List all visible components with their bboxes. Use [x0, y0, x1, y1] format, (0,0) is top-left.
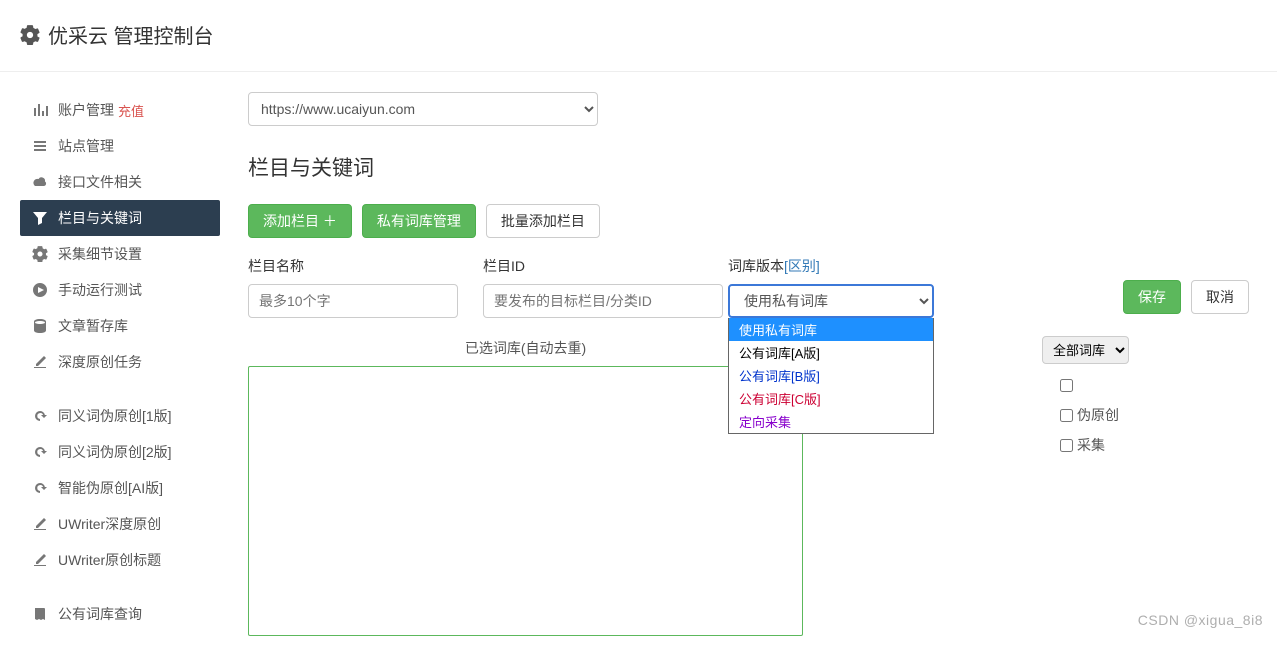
sidebar-item-label: 同义词伪原创[1版] [58, 406, 172, 426]
sidebar-item-label: 接口文件相关 [58, 172, 142, 192]
version-diff-link[interactable]: [区别] [784, 258, 820, 274]
sidebar-item-uwriter-deep[interactable]: UWriter深度原创 [20, 506, 220, 542]
sidebar-item-label: 公有词库查询 [58, 604, 142, 624]
version-option[interactable]: 定向采集 [729, 410, 933, 433]
play-circle-icon [32, 282, 48, 298]
lib-row: 伪原创186词 [1060, 400, 1277, 430]
sidebar-item-manual[interactable]: 手动运行测试 [20, 272, 220, 308]
lib-name: 伪原创 [1077, 405, 1119, 425]
sidebar-item-storage[interactable]: 文章暂存库 [20, 308, 220, 344]
database-icon [32, 318, 48, 334]
filter-icon [32, 210, 48, 226]
sidebar: 账户管理充值站点管理接口文件相关栏目与关键词采集细节设置手动运行测试文章暂存库深… [0, 72, 220, 650]
lib-checkbox[interactable] [1060, 379, 1073, 392]
sidebar-item-syn1[interactable]: 同义词伪原创[1版] [20, 398, 220, 434]
version-option[interactable]: 使用私有词库 [729, 318, 933, 341]
watermark: CSDN @xigua_8i8 [1138, 612, 1263, 628]
refresh-icon [32, 444, 48, 460]
sidebar-item-detail[interactable]: 采集细节设置 [20, 236, 220, 272]
sidebar-item-label: 手动运行测试 [58, 280, 142, 300]
sidebar-item-public-lib[interactable]: 公有词库查询 [20, 596, 220, 632]
version-option[interactable]: 公有词库[C版] [729, 387, 933, 410]
toolbar: 添加栏目 ＋ 私有词库管理 批量添加栏目 [248, 204, 1249, 238]
sidebar-item-syn2[interactable]: 同义词伪原创[2版] [20, 434, 220, 470]
sidebar-item-label: 栏目与关键词 [58, 208, 142, 228]
edit-icon [32, 354, 48, 370]
lib-name: 采集 [1077, 435, 1105, 455]
lib-row: 采集259词 [1060, 430, 1277, 460]
column-name-label: 栏目名称 [248, 256, 458, 276]
column-name-input[interactable] [248, 284, 458, 318]
sidebar-badge[interactable]: 充值 [118, 101, 144, 120]
lib-checkbox[interactable] [1060, 409, 1073, 422]
version-option[interactable]: 公有词库[A版] [729, 341, 933, 364]
sidebar-item-label: 采集细节设置 [58, 244, 142, 264]
sidebar-item-label: 站点管理 [58, 136, 114, 156]
sidebar-item-label: 账户管理 [58, 100, 114, 120]
selected-libs-panel: 已选词库(自动去重) [248, 338, 803, 636]
lib-list: 98词伪原创186词采集259词 [1060, 370, 1277, 460]
app-header: 优采云 管理控制台 [0, 0, 1277, 72]
book-icon [32, 606, 48, 622]
main-content: https://www.ucaiyun.com 栏目与关键词 添加栏目 ＋ 私有… [220, 72, 1277, 650]
add-column-button[interactable]: 添加栏目 ＋ [248, 204, 352, 238]
sidebar-item-label: 智能伪原创[AI版] [58, 478, 163, 498]
sidebar-item-columns[interactable]: 栏目与关键词 [20, 200, 220, 236]
refresh-icon [32, 480, 48, 496]
edit-icon [32, 516, 48, 532]
lib-filter: 全部词库 [1042, 336, 1129, 364]
gears-icon [32, 246, 48, 262]
version-label: 词库版本[区别] [728, 256, 934, 276]
bulk-add-button[interactable]: 批量添加栏目 [486, 204, 600, 238]
cloud-icon [32, 174, 48, 190]
column-id-input[interactable] [483, 284, 723, 318]
sidebar-item-interface[interactable]: 接口文件相关 [20, 164, 220, 200]
cancel-button[interactable]: 取消 [1191, 280, 1249, 314]
lib-row: 98词 [1060, 370, 1277, 400]
refresh-icon [32, 408, 48, 424]
selected-libs-title: 已选词库(自动去重) [248, 338, 803, 358]
sidebar-item-uwriter-title[interactable]: UWriter原创标题 [20, 542, 220, 578]
sidebar-item-label: UWriter深度原创 [58, 514, 161, 534]
private-lib-button[interactable]: 私有词库管理 [362, 204, 476, 238]
lib-filter-select[interactable]: 全部词库 [1042, 336, 1129, 364]
sidebar-item-ai[interactable]: 智能伪原创[AI版] [20, 470, 220, 506]
sidebar-item-label: 同义词伪原创[2版] [58, 442, 172, 462]
version-label-text: 词库版本 [728, 258, 784, 274]
bar-chart-icon [32, 102, 48, 118]
sidebar-item-label: UWriter原创标题 [58, 550, 161, 570]
gear-icon [20, 25, 40, 45]
sidebar-item-account[interactable]: 账户管理充值 [20, 92, 220, 128]
version-option[interactable]: 公有词库[B版] [729, 364, 933, 387]
sidebar-item-label: 文章暂存库 [58, 316, 128, 336]
lib-checkbox[interactable] [1060, 439, 1073, 452]
edit-icon [32, 552, 48, 568]
list-icon [32, 138, 48, 154]
selected-libs-box[interactable] [248, 366, 803, 636]
sidebar-item-site[interactable]: 站点管理 [20, 128, 220, 164]
sidebar-item-label: 深度原创任务 [58, 352, 142, 372]
sidebar-item-deep[interactable]: 深度原创任务 [20, 344, 220, 380]
version-select[interactable]: 使用私有词库 [728, 284, 934, 318]
version-dropdown-list: 使用私有词库公有词库[A版]公有词库[B版]公有词库[C版]定向采集 [728, 318, 934, 434]
column-id-label: 栏目ID [483, 256, 723, 276]
app-title: 优采云 管理控制台 [48, 20, 214, 49]
form-row: 栏目名称 栏目ID 词库版本[区别] 使用私有词库 使用私有词库公有词库[A版]… [248, 256, 1249, 318]
save-button[interactable]: 保存 [1123, 280, 1181, 314]
site-select[interactable]: https://www.ucaiyun.com [248, 92, 598, 126]
section-title: 栏目与关键词 [248, 152, 1249, 182]
